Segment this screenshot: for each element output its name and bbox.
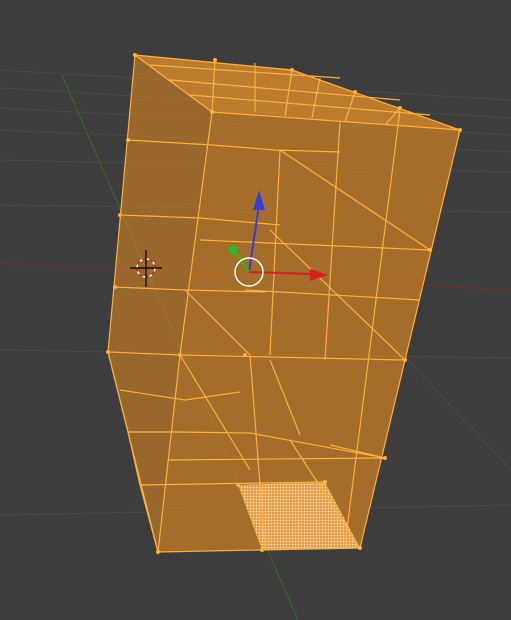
3d-viewport[interactable] xyxy=(0,0,511,620)
y-arrow-icon[interactable] xyxy=(228,245,238,255)
mesh-object[interactable] xyxy=(106,53,462,554)
